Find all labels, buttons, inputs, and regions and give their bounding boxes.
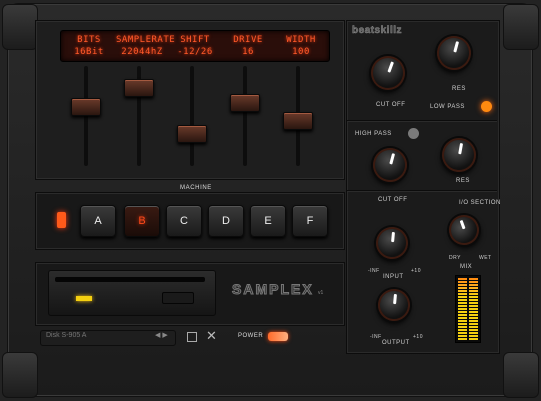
output-min-label: -INF — [370, 334, 382, 340]
input-min-label: -INF — [368, 268, 380, 274]
lcd-bits-title: BITS — [77, 35, 101, 45]
lcd-samplerate-title: SAMPLERATE — [116, 35, 176, 45]
lcd-bits-value: 16Bit — [74, 47, 104, 57]
level-meter-right — [469, 278, 478, 340]
machine-button-b[interactable]: B — [124, 205, 160, 237]
machine-led — [57, 212, 66, 228]
lcd-drive-value: 16 — [242, 47, 254, 57]
shift-slider[interactable] — [177, 125, 207, 143]
lcd-shift: SHIFT -12/26 — [169, 34, 221, 58]
input-max-label: +10 — [411, 268, 421, 274]
eject-button[interactable] — [162, 292, 194, 304]
lcd-shift-value: -12/26 — [177, 47, 213, 57]
lcd-drive: DRIVE 16 — [222, 34, 274, 58]
lowpass-switch[interactable] — [481, 101, 492, 112]
preset-arrows-icon[interactable]: ◀ ▶ — [155, 331, 168, 339]
mix-wet-label: WET — [479, 255, 492, 261]
lcd-width-title: WIDTH — [286, 35, 316, 45]
power-toggle[interactable] — [268, 332, 288, 341]
lcd-shift-title: SHIFT — [180, 35, 210, 45]
slider-bank — [60, 66, 328, 170]
io-divider — [347, 190, 497, 191]
level-meter — [455, 275, 481, 343]
filter-divider — [347, 120, 497, 121]
highpass-switch-label: HIGH PASS — [355, 131, 392, 137]
highpass-res-label: RES — [456, 178, 470, 184]
bits-slider[interactable] — [71, 98, 101, 116]
lcd-display: BITS 16Bit SAMPLERATE 22044hZ SHIFT -12/… — [60, 30, 330, 62]
preset-name: Disk S-905 A — [46, 332, 87, 339]
corner-bracket-top-right — [503, 4, 539, 50]
lcd-samplerate: SAMPLERATE 22044hZ — [116, 34, 176, 58]
corner-bracket-top-left — [2, 4, 38, 50]
lcd-bits: BITS 16Bit — [63, 34, 115, 58]
corner-bracket-bottom-left — [2, 352, 38, 398]
lowpass-cutoff-label: CUT OFF — [376, 102, 406, 108]
brand-logo: beatskillz — [352, 25, 403, 37]
lcd-drive-title: DRIVE — [233, 35, 263, 45]
disk-activity-led — [76, 296, 92, 301]
input-label: INPUT — [383, 274, 404, 280]
highpass-switch[interactable] — [408, 128, 419, 139]
lowpass-res-label: RES — [452, 86, 466, 92]
level-meter-left — [458, 278, 467, 340]
output-max-label: +10 — [413, 334, 423, 340]
io-section-label: I/O SECTION — [459, 200, 501, 206]
drive-slider[interactable] — [230, 94, 260, 112]
machine-button-e[interactable]: E — [250, 205, 286, 237]
output-label: OUTPUT — [382, 340, 410, 346]
drive-slider-track — [243, 66, 247, 166]
corner-bracket-bottom-right — [503, 352, 539, 398]
bits-slider-track — [84, 66, 88, 166]
machine-button-f[interactable]: F — [292, 205, 328, 237]
disk-slot — [55, 277, 205, 282]
close-icon[interactable]: ✕ — [206, 328, 217, 344]
shift-slider-track — [190, 66, 194, 166]
width-slider[interactable] — [283, 112, 313, 130]
samplex-logo: SAMPLEX — [232, 281, 314, 298]
lcd-width-value: 100 — [292, 47, 310, 57]
samplerate-slider[interactable] — [124, 79, 154, 97]
lowpass-switch-label: LOW PASS — [430, 104, 465, 110]
version-label: v1 — [318, 290, 324, 296]
lcd-samplerate-value: 22044hZ — [121, 47, 163, 57]
power-label: POWER — [238, 333, 264, 339]
lcd-width: WIDTH 100 — [275, 34, 327, 58]
machine-button-c[interactable]: C — [166, 205, 202, 237]
highpass-cutoff-label: CUT OFF — [378, 197, 408, 203]
mix-label: MIX — [460, 264, 473, 270]
machine-button-d[interactable]: D — [208, 205, 244, 237]
machine-button-a[interactable]: A — [80, 205, 116, 237]
mix-dry-label: DRY — [449, 255, 461, 261]
machine-label: MACHINE — [180, 185, 212, 191]
save-icon[interactable] — [187, 332, 197, 342]
